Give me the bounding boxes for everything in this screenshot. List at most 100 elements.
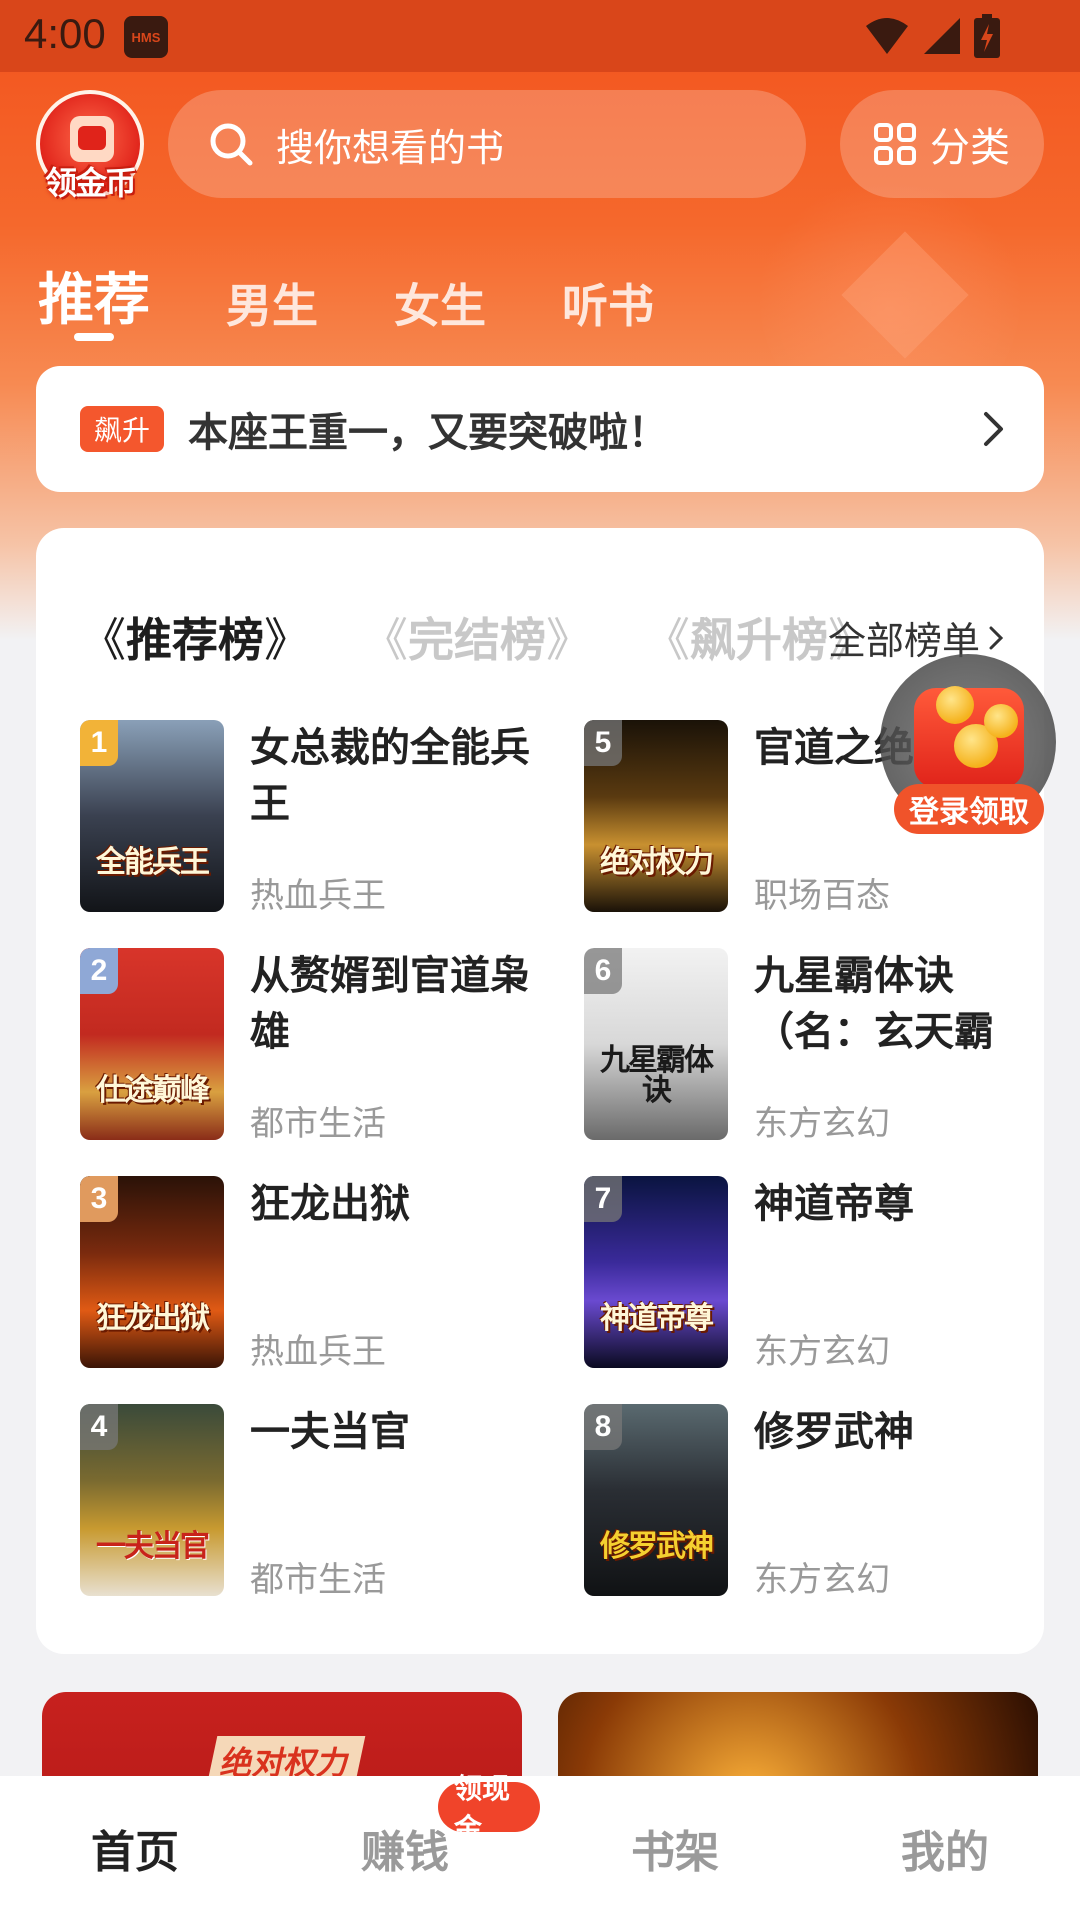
- earn-cash-badge: 领现金: [438, 1772, 540, 1845]
- nav-earn[interactable]: 赚钱 领现金: [270, 1772, 540, 1920]
- book-title: 狂龙出狱: [250, 1181, 410, 1227]
- book-item[interactable]: 仕途巅峰 2 从赘婿到官道枭雄 都市生活: [80, 948, 540, 1144]
- login-reward-label: 登录领取: [894, 784, 1044, 834]
- bracket-right-icon: 》: [546, 613, 592, 667]
- book-title: 女总裁的全能兵王: [250, 725, 530, 827]
- rank-tab-recommend[interactable]: 《推荐榜》: [80, 604, 310, 670]
- hms-icon: HMS: [124, 16, 168, 58]
- bottom-navigation: 首页 赚钱 领现金 书架 我的: [0, 1772, 1080, 1920]
- book-genre: 东方玄幻: [754, 1560, 890, 1600]
- book-item[interactable]: 一夫当官 4 一夫当官 都市生活: [80, 1404, 540, 1600]
- book-cover: 全能兵王 1: [80, 720, 224, 912]
- book-genre: 热血兵王: [250, 1332, 386, 1372]
- nav-bookshelf[interactable]: 书架: [540, 1776, 810, 1920]
- rank-tab-label: 推荐榜: [126, 613, 264, 667]
- wifi-icon: [866, 18, 908, 54]
- bracket-right-icon: 》: [264, 613, 310, 667]
- login-reward-float[interactable]: 登录领取: [880, 654, 1056, 834]
- category-label: 分类: [930, 125, 1010, 171]
- book-cover: 修罗武神 8: [584, 1404, 728, 1596]
- rank-tab-label: 完结榜: [408, 613, 546, 667]
- book-item[interactable]: 狂龙出狱 3 狂龙出狱 热血兵王: [80, 1176, 540, 1372]
- book-genre: 热血兵王: [250, 876, 386, 916]
- book-title: 九星霸体诀（名：玄天霸体: [754, 953, 994, 1055]
- channel-tabs: 推荐 男生 女生 听书: [38, 255, 730, 341]
- bracket-left-icon: 《: [362, 613, 408, 667]
- cover-title: 仕途巅峰: [96, 1073, 210, 1108]
- book-item[interactable]: 神道帝尊 7 神道帝尊 东方玄幻: [584, 1176, 1044, 1372]
- rank-number: 5: [584, 720, 622, 766]
- book-title: 一夫当官: [250, 1409, 410, 1455]
- notice-badge: 飙升: [80, 406, 164, 452]
- tab-male[interactable]: 男生: [226, 270, 318, 336]
- rank-number: 1: [80, 720, 118, 766]
- book-title: 神道帝尊: [754, 1181, 914, 1227]
- book-item[interactable]: 全能兵王 1 女总裁的全能兵王 热血兵王: [80, 720, 540, 916]
- book-title: 从赘婿到官道枭雄: [250, 953, 530, 1055]
- rank-number: 7: [584, 1176, 622, 1222]
- chevron-right-icon: [984, 412, 1003, 446]
- coin-icon: [984, 704, 1018, 738]
- book-cover: 九星霸体诀 6: [584, 948, 728, 1140]
- book-cover: 一夫当官 4: [80, 1404, 224, 1596]
- rank-number: 4: [80, 1404, 118, 1450]
- rank-number: 6: [584, 948, 622, 994]
- cover-title: 神道帝尊: [600, 1301, 714, 1336]
- cover-title: 九星霸体诀: [600, 1043, 714, 1108]
- book-genre: 东方玄幻: [754, 1332, 890, 1372]
- nav-label: 书架: [631, 1827, 719, 1878]
- tab-label: 推荐: [38, 268, 150, 333]
- book-genre: 东方玄幻: [754, 1104, 890, 1144]
- tab-active-indicator: [74, 333, 114, 341]
- cover-title: 修罗武神: [600, 1529, 714, 1564]
- book-cover: 仕途巅峰 2: [80, 948, 224, 1140]
- battery-icon: [974, 14, 1000, 58]
- rising-notice[interactable]: 飙升 本座王重一，又要突破啦！: [36, 366, 1044, 492]
- search-icon: [210, 123, 253, 166]
- status-bar: 4:00 HMS: [0, 0, 1080, 72]
- book-cover: 神道帝尊 7: [584, 1176, 728, 1368]
- search-bar[interactable]: 搜你想看的书: [168, 90, 806, 198]
- book-item[interactable]: 修罗武神 8 修罗武神 东方玄幻: [584, 1404, 1044, 1600]
- rank-number: 2: [80, 948, 118, 994]
- cover-title: 一夫当官: [96, 1529, 210, 1564]
- nav-profile[interactable]: 我的: [810, 1776, 1080, 1920]
- rank-tab-completed[interactable]: 《完结榜》: [362, 604, 592, 670]
- tab-label: 男生: [226, 279, 318, 333]
- bracket-left-icon: 《: [80, 613, 126, 667]
- tab-label: 女生: [394, 279, 486, 333]
- book-title: 修罗武神: [754, 1409, 914, 1455]
- nav-label: 我的: [901, 1827, 989, 1878]
- book-cover: 绝对权力 5: [584, 720, 728, 912]
- nav-label: 赚钱: [361, 1827, 449, 1878]
- book-cover: 狂龙出狱 3: [80, 1176, 224, 1368]
- book-genre: 都市生活: [250, 1560, 386, 1600]
- cover-title: 狂龙出狱: [96, 1301, 210, 1336]
- status-icons: [864, 14, 1000, 58]
- rank-tab-label: 飙升榜: [690, 613, 828, 667]
- book-genre: 职场百态: [754, 876, 890, 916]
- ranking-tabs: 《推荐榜》 《完结榜》 《飙升榜》: [80, 604, 926, 670]
- nav-home[interactable]: 首页: [0, 1776, 270, 1920]
- tab-recommend[interactable]: 推荐: [38, 255, 150, 341]
- earn-coin-label: 领金币: [44, 164, 137, 202]
- nav-label: 首页: [91, 1827, 179, 1878]
- coin-icon: [936, 686, 974, 724]
- signal-icon: [924, 18, 960, 54]
- tab-female[interactable]: 女生: [394, 270, 486, 336]
- earn-coin-button[interactable]: 领金币: [36, 90, 146, 202]
- grid-icon: [874, 123, 916, 165]
- book-genre: 都市生活: [250, 1104, 386, 1144]
- book-item[interactable]: 九星霸体诀 6 九星霸体诀（名：玄天霸体 东方玄幻: [584, 948, 1044, 1144]
- chevron-right-icon: [989, 626, 1004, 649]
- status-time: 4:00: [24, 10, 106, 57]
- notice-text: 本座王重一，又要突破啦！: [188, 410, 668, 456]
- tab-audiobook[interactable]: 听书: [562, 270, 654, 336]
- rank-number: 8: [584, 1404, 622, 1450]
- cover-title: 绝对权力: [600, 845, 714, 880]
- rank-number: 3: [80, 1176, 118, 1222]
- category-button[interactable]: 分类: [840, 90, 1044, 198]
- cover-title: 全能兵王: [96, 845, 210, 880]
- tab-label: 听书: [562, 279, 654, 333]
- bracket-left-icon: 《: [644, 613, 690, 667]
